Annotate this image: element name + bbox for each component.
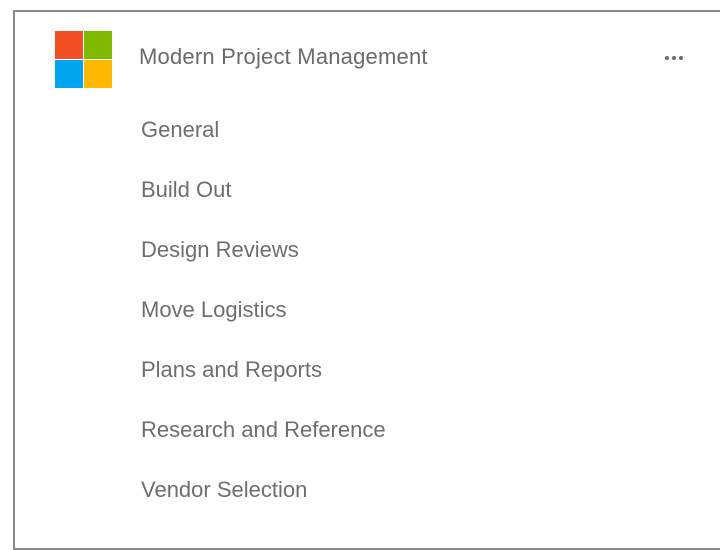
team-header[interactable]: Modern Project Management bbox=[15, 12, 720, 102]
logo-quadrant-red bbox=[55, 31, 83, 59]
microsoft-logo-icon bbox=[55, 31, 112, 88]
channel-item-plans-and-reports[interactable]: Plans and Reports bbox=[15, 340, 720, 400]
channel-label: General bbox=[141, 117, 220, 142]
logo-quadrant-blue bbox=[55, 60, 83, 88]
more-options-icon bbox=[665, 56, 669, 60]
more-options-icon bbox=[672, 56, 676, 60]
logo-quadrant-green bbox=[84, 31, 112, 59]
channel-list: General Build Out Design Reviews Move Lo… bbox=[15, 100, 720, 520]
channel-item-move-logistics[interactable]: Move Logistics bbox=[15, 280, 720, 340]
channel-label: Move Logistics bbox=[141, 297, 287, 322]
channel-label: Design Reviews bbox=[141, 237, 299, 262]
team-panel: Modern Project Management General Build … bbox=[13, 10, 720, 550]
channel-item-general[interactable]: General bbox=[15, 100, 720, 160]
channel-item-design-reviews[interactable]: Design Reviews bbox=[15, 220, 720, 280]
more-options-icon bbox=[679, 56, 683, 60]
logo-quadrant-yellow bbox=[84, 60, 112, 88]
channel-item-vendor-selection[interactable]: Vendor Selection bbox=[15, 460, 720, 520]
channel-label: Plans and Reports bbox=[141, 357, 322, 382]
channel-item-research-and-reference[interactable]: Research and Reference bbox=[15, 400, 720, 460]
team-name: Modern Project Management bbox=[139, 44, 428, 69]
channel-item-build-out[interactable]: Build Out bbox=[15, 160, 720, 220]
channel-label: Research and Reference bbox=[141, 417, 386, 442]
more-options-button[interactable] bbox=[652, 40, 696, 76]
channel-label: Vendor Selection bbox=[141, 477, 308, 502]
channel-label: Build Out bbox=[141, 177, 232, 202]
